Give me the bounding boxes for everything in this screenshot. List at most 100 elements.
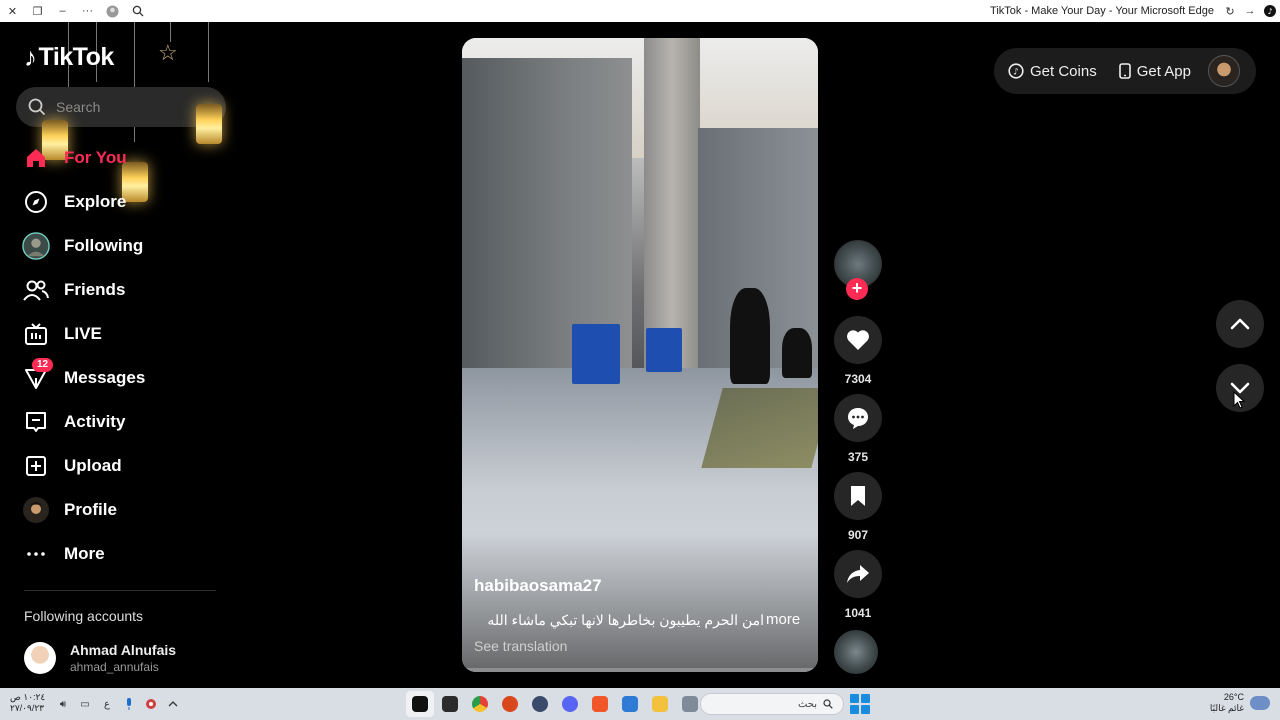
search-input[interactable] bbox=[56, 99, 206, 115]
minimize-icon[interactable]: – bbox=[50, 0, 75, 22]
sidebar-item-for-you[interactable]: For You bbox=[0, 136, 236, 180]
microphone-icon[interactable] bbox=[118, 694, 140, 714]
sidebar-item-friends[interactable]: Friends bbox=[0, 268, 236, 312]
sidebar-item-label: LIVE bbox=[64, 324, 102, 343]
sidebar-item-label: More bbox=[64, 544, 105, 563]
share-button[interactable] bbox=[834, 550, 882, 598]
account-name: Ahmad Alnufais bbox=[70, 642, 177, 658]
comment-button[interactable] bbox=[834, 394, 882, 442]
video-minaret bbox=[644, 38, 700, 368]
taskbar-search[interactable]: بحث bbox=[700, 693, 844, 715]
more-dots-icon bbox=[22, 540, 50, 568]
language-indicator[interactable]: ع bbox=[96, 694, 118, 714]
profile-icon[interactable] bbox=[100, 0, 125, 22]
live-icon bbox=[22, 320, 50, 348]
taskbar-search-placeholder: بحث bbox=[797, 698, 817, 710]
browser-title-bar: ✕ ❐ – ··· TikTok - Make Your Day - Your … bbox=[0, 0, 1280, 22]
sidebar-item-activity[interactable]: Activity bbox=[0, 400, 236, 444]
weather-temperature: 26°C bbox=[1223, 692, 1244, 702]
taskbar-tiktok-icon[interactable] bbox=[406, 691, 434, 717]
taskbar-epic-icon[interactable] bbox=[436, 691, 464, 717]
forward-icon[interactable]: → bbox=[1240, 0, 1260, 22]
messages-badge: 12 bbox=[32, 358, 54, 372]
following-account-item[interactable]: Ahmad Alnufais ahmad_annufais bbox=[24, 642, 176, 674]
video-carpet bbox=[701, 388, 818, 468]
close-icon[interactable]: ✕ bbox=[0, 0, 25, 22]
volume-icon[interactable]: 🔊︎ bbox=[52, 694, 74, 714]
sidebar-item-messages[interactable]: 12 Messages bbox=[0, 356, 236, 400]
windows-taskbar: ١٠:٢٤ ص ٢٧/٠٩/٢٣ 🔊︎ ▭ ع بحث 26°C غائم غا… bbox=[0, 688, 1280, 720]
music-disc[interactable] bbox=[834, 630, 878, 674]
sidebar-item-more[interactable]: More bbox=[0, 532, 236, 576]
taskbar-time: ١٠:٢٤ ص bbox=[10, 692, 46, 702]
start-button[interactable] bbox=[850, 694, 870, 714]
cloud-icon bbox=[1250, 696, 1270, 710]
heart-icon bbox=[847, 330, 869, 350]
taskbar-steam-icon[interactable] bbox=[526, 691, 554, 717]
browser-controls-right: ↻ → ♪ bbox=[1220, 0, 1280, 22]
sidebar-item-following[interactable]: Following bbox=[0, 224, 236, 268]
like-count: 7304 bbox=[844, 372, 872, 386]
sidebar-item-label: Upload bbox=[64, 456, 122, 475]
see-translation-link[interactable]: See translation bbox=[474, 638, 567, 654]
sidebar-item-explore[interactable]: Explore bbox=[0, 180, 236, 224]
save-action: 907 bbox=[834, 472, 882, 542]
taskbar-clock[interactable]: ١٠:٢٤ ص ٢٧/٠٩/٢٣ bbox=[10, 692, 45, 714]
sidebar-item-label: Activity bbox=[64, 412, 126, 431]
app-tray-icon[interactable] bbox=[140, 694, 162, 714]
sidebar-item-upload[interactable]: Upload bbox=[0, 444, 236, 488]
get-app-button[interactable]: Get App bbox=[1118, 63, 1191, 80]
video-progress-bar[interactable] bbox=[462, 668, 818, 672]
home-icon bbox=[22, 144, 50, 172]
tiktok-icon[interactable]: ♪ bbox=[1260, 0, 1280, 22]
network-icon[interactable]: ▭ bbox=[74, 694, 96, 714]
bookmark-icon bbox=[851, 486, 865, 506]
refresh-icon[interactable]: ↻ bbox=[1220, 0, 1240, 22]
taskbar-apps bbox=[406, 691, 706, 717]
sidebar-item-profile[interactable]: Profile bbox=[0, 488, 236, 532]
follow-button[interactable]: + bbox=[846, 278, 868, 300]
user-avatar[interactable] bbox=[1208, 55, 1240, 87]
get-coins-button[interactable]: ♪ Get Coins bbox=[1008, 63, 1097, 80]
account-username: ahmad_annufais bbox=[70, 660, 159, 674]
mouse-cursor-icon bbox=[1233, 391, 1245, 409]
taskbar-discord-icon[interactable] bbox=[556, 691, 584, 717]
previous-video-button[interactable] bbox=[1216, 300, 1264, 348]
taskbar-brave-icon[interactable] bbox=[586, 691, 614, 717]
compass-icon bbox=[22, 188, 50, 216]
taskbar-explorer-icon[interactable] bbox=[646, 691, 674, 717]
top-right-bar: ♪ Get Coins Get App bbox=[994, 48, 1256, 94]
sidebar-item-label: Explore bbox=[64, 192, 127, 211]
comment-count: 375 bbox=[847, 450, 869, 464]
video-person bbox=[730, 288, 770, 384]
comment-action: 375 bbox=[834, 394, 882, 464]
system-tray: 🔊︎ ▭ ع bbox=[52, 694, 184, 714]
share-icon bbox=[847, 565, 869, 583]
video-person bbox=[782, 328, 812, 378]
more-icon[interactable]: ··· bbox=[75, 0, 100, 22]
save-button[interactable] bbox=[834, 472, 882, 520]
like-button[interactable] bbox=[834, 316, 882, 364]
sidebar-item-live[interactable]: LIVE bbox=[0, 312, 236, 356]
svg-text:♪: ♪ bbox=[1013, 68, 1019, 78]
save-count: 907 bbox=[847, 528, 869, 542]
tiktok-logo[interactable]: ♪ TikTok bbox=[24, 42, 114, 73]
taskbar-app-icon[interactable] bbox=[496, 691, 524, 717]
sidebar-item-label: Messages bbox=[64, 368, 146, 387]
chevron-up-icon[interactable] bbox=[162, 694, 184, 714]
video-building bbox=[462, 58, 632, 368]
weather-widget[interactable]: 26°C غائم غالبًا bbox=[1210, 692, 1270, 714]
restore-icon[interactable]: ❐ bbox=[25, 0, 50, 22]
taskbar-store-icon[interactable] bbox=[616, 691, 644, 717]
sidebar: ☆ ☆ ♪ TikTok For You Explore Following bbox=[0, 22, 236, 688]
video-username[interactable]: habibaosama27 bbox=[474, 576, 602, 596]
caption-more-button[interactable]: more bbox=[766, 611, 800, 628]
video-player[interactable]: habibaosama27 امن الحرم يطيبون بخاطرها ل… bbox=[462, 38, 818, 672]
sidebar-divider bbox=[24, 590, 216, 591]
taskbar-chrome-icon[interactable] bbox=[466, 691, 494, 717]
star-decoration-icon: ☆ bbox=[158, 40, 178, 65]
tiktok-note-icon: ♪ bbox=[24, 42, 37, 72]
browser-controls-left: ✕ ❐ – ··· bbox=[0, 0, 150, 22]
sidebar-item-label: For You bbox=[64, 148, 127, 167]
zoom-icon[interactable] bbox=[125, 0, 150, 22]
